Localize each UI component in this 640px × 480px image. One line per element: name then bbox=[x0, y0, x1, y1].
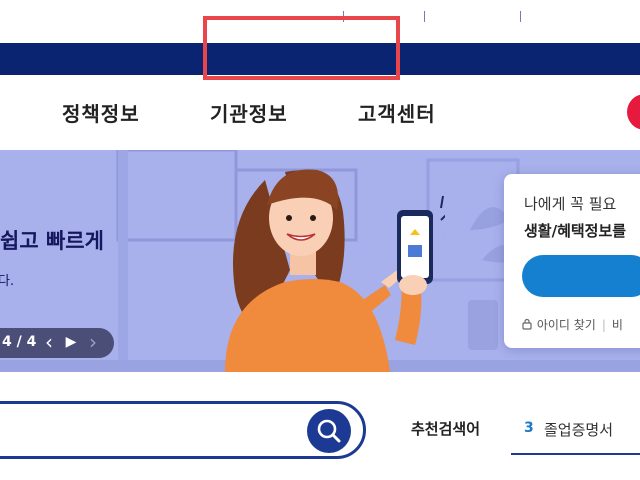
woman-with-phone-illustration bbox=[225, 169, 445, 372]
search-button[interactable] bbox=[307, 409, 351, 453]
highlight-box bbox=[203, 16, 400, 80]
slide-counter: 4 / 4 bbox=[2, 334, 37, 350]
card-links: 아이디 찾기 | 비 bbox=[521, 316, 623, 333]
prev-slide-button[interactable]: ‹ bbox=[39, 331, 59, 353]
hero-subtext: 다. bbox=[0, 274, 15, 289]
link-divider: | bbox=[601, 318, 606, 332]
recommended-search-label: 추천검색어 bbox=[411, 420, 481, 438]
keyword-link[interactable]: 졸업증명서 bbox=[544, 419, 613, 440]
utility-divider bbox=[424, 11, 425, 22]
find-password-link[interactable]: 비 bbox=[612, 318, 623, 332]
search-icon bbox=[317, 419, 341, 443]
sitemap-link[interactable]: 누리집 안내지도 bbox=[538, 0, 626, 32]
nav-agency-info[interactable]: 기관정보 bbox=[210, 98, 288, 127]
utility-divider bbox=[520, 11, 521, 22]
hero-headline: 쉽고 빠르게 bbox=[0, 229, 104, 253]
keyword-rank: 3 bbox=[524, 420, 534, 436]
card-title: 생활/혜택정보를 bbox=[524, 222, 627, 240]
nav-policy-info[interactable]: 정책정보 bbox=[62, 98, 140, 127]
gov24-intro-link[interactable]: 정부24소개 bbox=[442, 0, 506, 32]
nav-customer-center[interactable]: 고객센터 bbox=[358, 98, 436, 127]
lock-icon bbox=[522, 318, 532, 330]
menu-badge-icon[interactable] bbox=[627, 94, 640, 130]
card-tagline: 나에게 꼭 필요 bbox=[524, 195, 617, 213]
play-button[interactable]: ▶ bbox=[61, 331, 81, 353]
next-slide-button[interactable]: › bbox=[83, 331, 103, 353]
card-login-button[interactable] bbox=[522, 255, 640, 297]
find-id-link[interactable]: 아이디 찾기 bbox=[537, 318, 596, 332]
keyword-underline bbox=[511, 453, 640, 455]
